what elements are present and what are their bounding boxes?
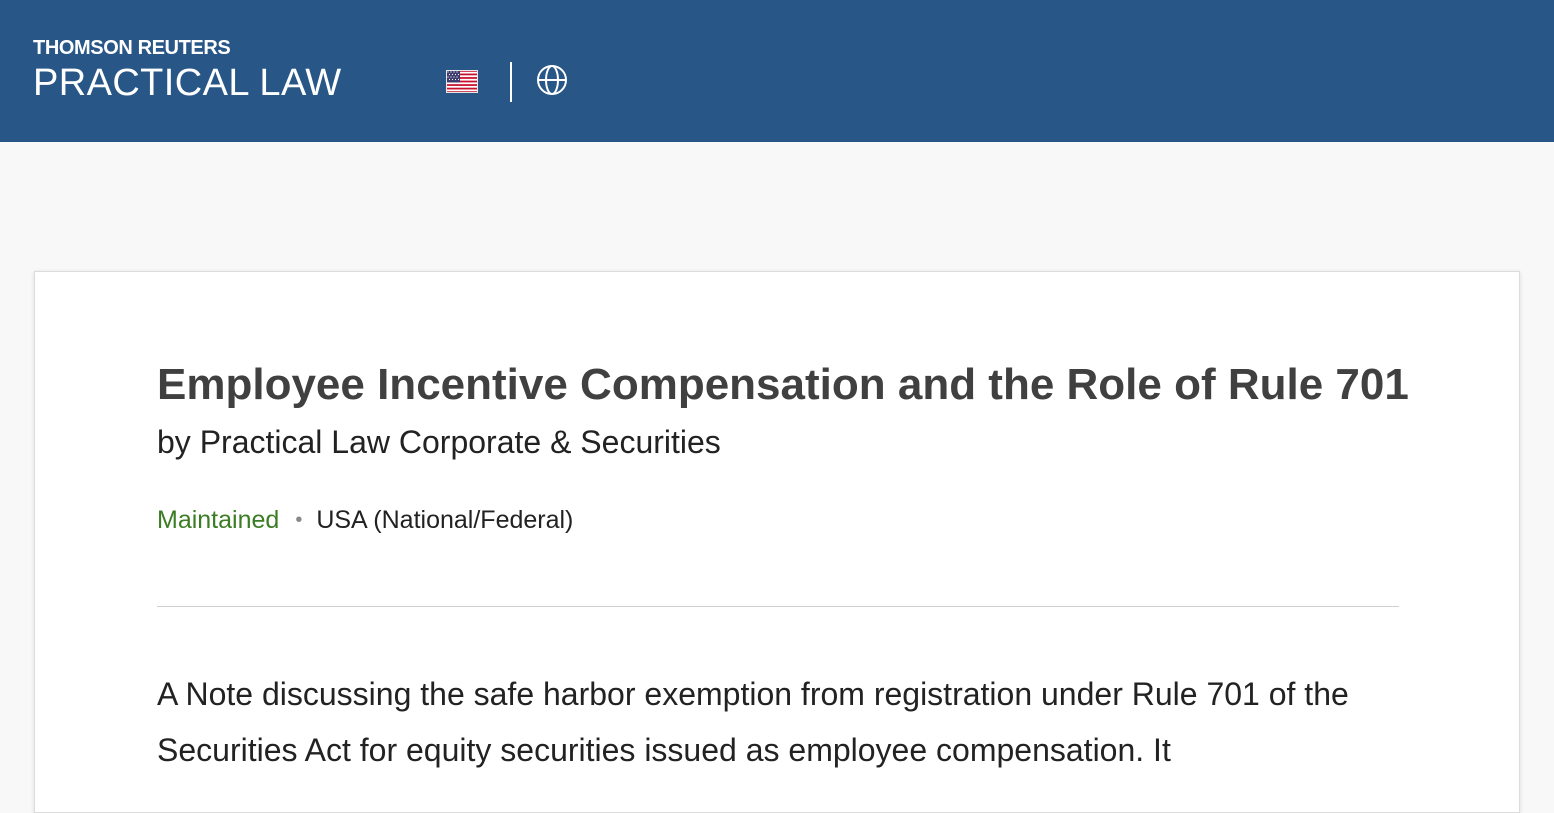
practical-law-logo[interactable]: THOMSON REUTERS PRACTICAL LAW bbox=[33, 36, 342, 104]
maintained-status: Maintained bbox=[157, 506, 280, 534]
us-flag-icon[interactable] bbox=[446, 70, 478, 93]
document-title: Employee Incentive Compensation and the … bbox=[157, 360, 1409, 409]
document-card: Employee Incentive Compensation and the … bbox=[34, 271, 1520, 813]
brand-practical-law: PRACTICAL LAW bbox=[33, 62, 342, 104]
globe-icon[interactable] bbox=[536, 64, 568, 96]
section-divider bbox=[157, 606, 1399, 607]
separator-dot: • bbox=[295, 509, 303, 531]
document-abstract: A Note discussing the safe harbor exempt… bbox=[157, 676, 1349, 768]
header-divider bbox=[510, 62, 512, 102]
document-meta: Maintained • USA (National/Federal) bbox=[157, 504, 573, 538]
document-byline: by Practical Law Corporate & Securities bbox=[157, 424, 721, 460]
top-header: THOMSON REUTERS PRACTICAL LAW bbox=[0, 0, 1554, 142]
brand-thomson-reuters: THOMSON REUTERS bbox=[33, 37, 231, 59]
jurisdiction-label: USA (National/Federal) bbox=[316, 506, 574, 534]
